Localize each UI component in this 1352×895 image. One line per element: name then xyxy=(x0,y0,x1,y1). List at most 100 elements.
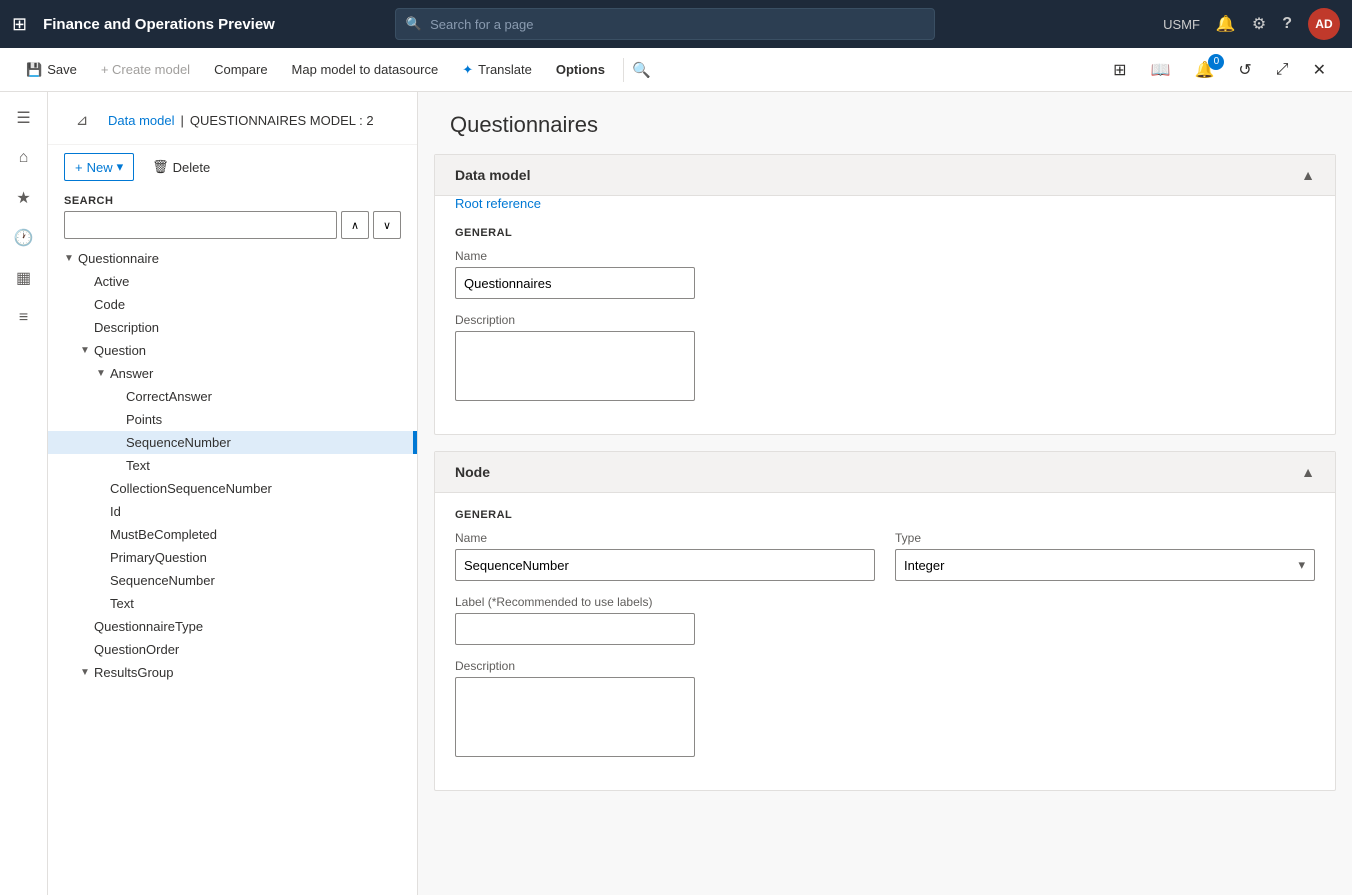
command-bar: 💾 Save + Create model Compare Map model … xyxy=(0,48,1352,92)
name-field-row-dm: Name xyxy=(455,249,1315,299)
type-field-row-node: Type Integer String Real Boolean Date Da… xyxy=(895,531,1315,581)
search-icon: 🔍 xyxy=(406,16,422,32)
description-label-node: Description xyxy=(455,659,1315,673)
options-button[interactable]: Options xyxy=(546,56,615,83)
selection-indicator xyxy=(413,431,417,454)
sidebar-home-icon[interactable]: ⌂ xyxy=(6,140,42,176)
name-field-row-node: Name xyxy=(455,531,875,581)
compare-button[interactable]: Compare xyxy=(204,56,277,83)
save-icon: 💾 xyxy=(26,62,42,78)
type-label-node: Type xyxy=(895,531,1315,545)
tree-item-correct-answer[interactable]: CorrectAnswer xyxy=(48,385,417,408)
tree-item-primary-question[interactable]: PrimaryQuestion xyxy=(48,546,417,569)
data-model-section-header[interactable]: Data model ▲ xyxy=(435,155,1335,196)
app-grid-icon[interactable]: ⊞ xyxy=(12,14,27,35)
breadcrumb-current: QUESTIONNAIRES MODEL : 2 xyxy=(190,113,374,128)
tree-item-must-be-completed[interactable]: MustBeCompleted xyxy=(48,523,417,546)
sidebar-menu-icon[interactable]: ☰ xyxy=(6,100,42,136)
delete-icon: 🗑 xyxy=(152,159,169,175)
toggle-results-group: ▼ xyxy=(80,667,94,678)
name-input-dm[interactable] xyxy=(455,267,695,299)
search-section: SEARCH ∧ ∨ xyxy=(48,189,417,247)
root-reference-link[interactable]: Root reference xyxy=(435,188,561,219)
translate-button[interactable]: ✦ Translate xyxy=(452,56,542,84)
close-button[interactable]: ✕ xyxy=(1303,54,1336,86)
avatar[interactable]: AD xyxy=(1308,8,1340,40)
tree-container: ▼ Questionnaire Active Code Description … xyxy=(48,247,417,895)
node-section-body: GENERAL Name Type Integer xyxy=(435,493,1335,790)
search-input[interactable] xyxy=(430,17,924,32)
description-field-row-dm: Description xyxy=(455,313,1315,404)
search-down-button[interactable]: ∨ xyxy=(373,211,401,239)
search-up-button[interactable]: ∧ xyxy=(341,211,369,239)
notification-badge: 0 xyxy=(1208,54,1224,70)
toggle-answer: ▼ xyxy=(96,368,110,379)
toggle-questionnaire: ▼ xyxy=(64,253,78,264)
tree-item-seq-number[interactable]: SequenceNumber xyxy=(48,569,417,592)
data-model-section-body: GENERAL Name Description xyxy=(435,211,1335,434)
node-section: Node ▲ GENERAL Name Type xyxy=(434,451,1336,791)
sidebar-star-icon[interactable]: ★ xyxy=(6,180,42,216)
data-model-section: Data model ▲ Root reference GENERAL Name… xyxy=(434,154,1336,435)
description-textarea-dm[interactable] xyxy=(455,331,695,401)
node-section-header[interactable]: Node ▲ xyxy=(435,452,1335,493)
sidebar-list-icon[interactable]: ≡ xyxy=(6,300,42,336)
tree-item-results-group[interactable]: ▼ ResultsGroup xyxy=(48,661,417,684)
node-name-col: Name xyxy=(455,531,875,595)
tree-item-points[interactable]: Points xyxy=(48,408,417,431)
tree-item-description[interactable]: Description xyxy=(48,316,417,339)
settings-icon[interactable]: ⚙ xyxy=(1252,14,1266,34)
refresh-button[interactable]: ↺ xyxy=(1228,54,1261,86)
pin-button[interactable]: ⊞ xyxy=(1103,54,1136,86)
description-textarea-node[interactable] xyxy=(455,677,695,757)
tree-item-active[interactable]: Active xyxy=(48,270,417,293)
save-button[interactable]: 💾 Save xyxy=(16,56,87,84)
type-select-wrapper: Integer String Real Boolean Date DateTim… xyxy=(895,549,1315,581)
tree-toolbar: + New ▾ 🗑 Delete xyxy=(48,145,417,189)
top-navbar: ⊞ Finance and Operations Preview 🔍 USMF … xyxy=(0,0,1352,48)
notification-icon[interactable]: 🔔 xyxy=(1216,14,1236,34)
top-nav-right: USMF 🔔 ⚙ ? AD xyxy=(1163,8,1340,40)
maximize-button[interactable]: ⤢ xyxy=(1266,55,1299,85)
filter-icon[interactable]: ⊿ xyxy=(64,102,100,138)
bookmark-button[interactable]: 📖 xyxy=(1141,54,1181,86)
tree-item-collection-seq[interactable]: CollectionSequenceNumber xyxy=(48,477,417,500)
search-label: SEARCH xyxy=(64,195,401,207)
help-icon[interactable]: ? xyxy=(1282,15,1292,33)
label-field-row-node: Label (*Recommended to use labels) xyxy=(455,595,1315,645)
name-input-node[interactable] xyxy=(455,549,875,581)
sidebar-clock-icon[interactable]: 🕐 xyxy=(6,220,42,256)
tree-item-id[interactable]: Id xyxy=(48,500,417,523)
global-search-bar[interactable]: 🔍 xyxy=(395,8,935,40)
name-label-dm: Name xyxy=(455,249,1315,263)
general-label-node: GENERAL xyxy=(455,509,1315,521)
type-select-node[interactable]: Integer String Real Boolean Date DateTim… xyxy=(895,549,1315,581)
tree-item-questionnaire-type[interactable]: QuestionnaireType xyxy=(48,615,417,638)
label-label-node: Label (*Recommended to use labels) xyxy=(455,595,1315,609)
page-title: Questionnaires xyxy=(418,92,1352,154)
data-model-collapse-icon: ▲ xyxy=(1301,167,1315,183)
breadcrumb: Data model | QUESTIONNAIRES MODEL : 2 xyxy=(108,113,374,128)
tree-item-answer[interactable]: ▼ Answer xyxy=(48,362,417,385)
tree-item-code[interactable]: Code xyxy=(48,293,417,316)
cmd-divider xyxy=(623,58,624,82)
map-model-button[interactable]: Map model to datasource xyxy=(282,56,449,83)
node-collapse-icon: ▲ xyxy=(1301,464,1315,480)
tree-search-input[interactable] xyxy=(64,211,337,239)
tree-item-text-answer[interactable]: Text xyxy=(48,454,417,477)
name-label-node: Name xyxy=(455,531,875,545)
tree-item-question-order[interactable]: QuestionOrder xyxy=(48,638,417,661)
tree-item-sequence-number[interactable]: SequenceNumber xyxy=(48,431,417,454)
label-input-node[interactable] xyxy=(455,613,695,645)
tree-item-question[interactable]: ▼ Question xyxy=(48,339,417,362)
new-button[interactable]: + New ▾ xyxy=(64,153,134,181)
search-cmd-icon[interactable]: 🔍 xyxy=(632,61,651,79)
breadcrumb-separator: | xyxy=(180,113,183,128)
sidebar-table-icon[interactable]: ▦ xyxy=(6,260,42,296)
tree-item-text-question[interactable]: Text xyxy=(48,592,417,615)
breadcrumb-data-model[interactable]: Data model xyxy=(108,113,174,128)
create-model-button[interactable]: + Create model xyxy=(91,56,200,83)
search-row: ∧ ∨ xyxy=(64,211,401,239)
tree-item-questionnaire[interactable]: ▼ Questionnaire xyxy=(48,247,417,270)
delete-button[interactable]: 🗑 Delete xyxy=(142,154,220,180)
